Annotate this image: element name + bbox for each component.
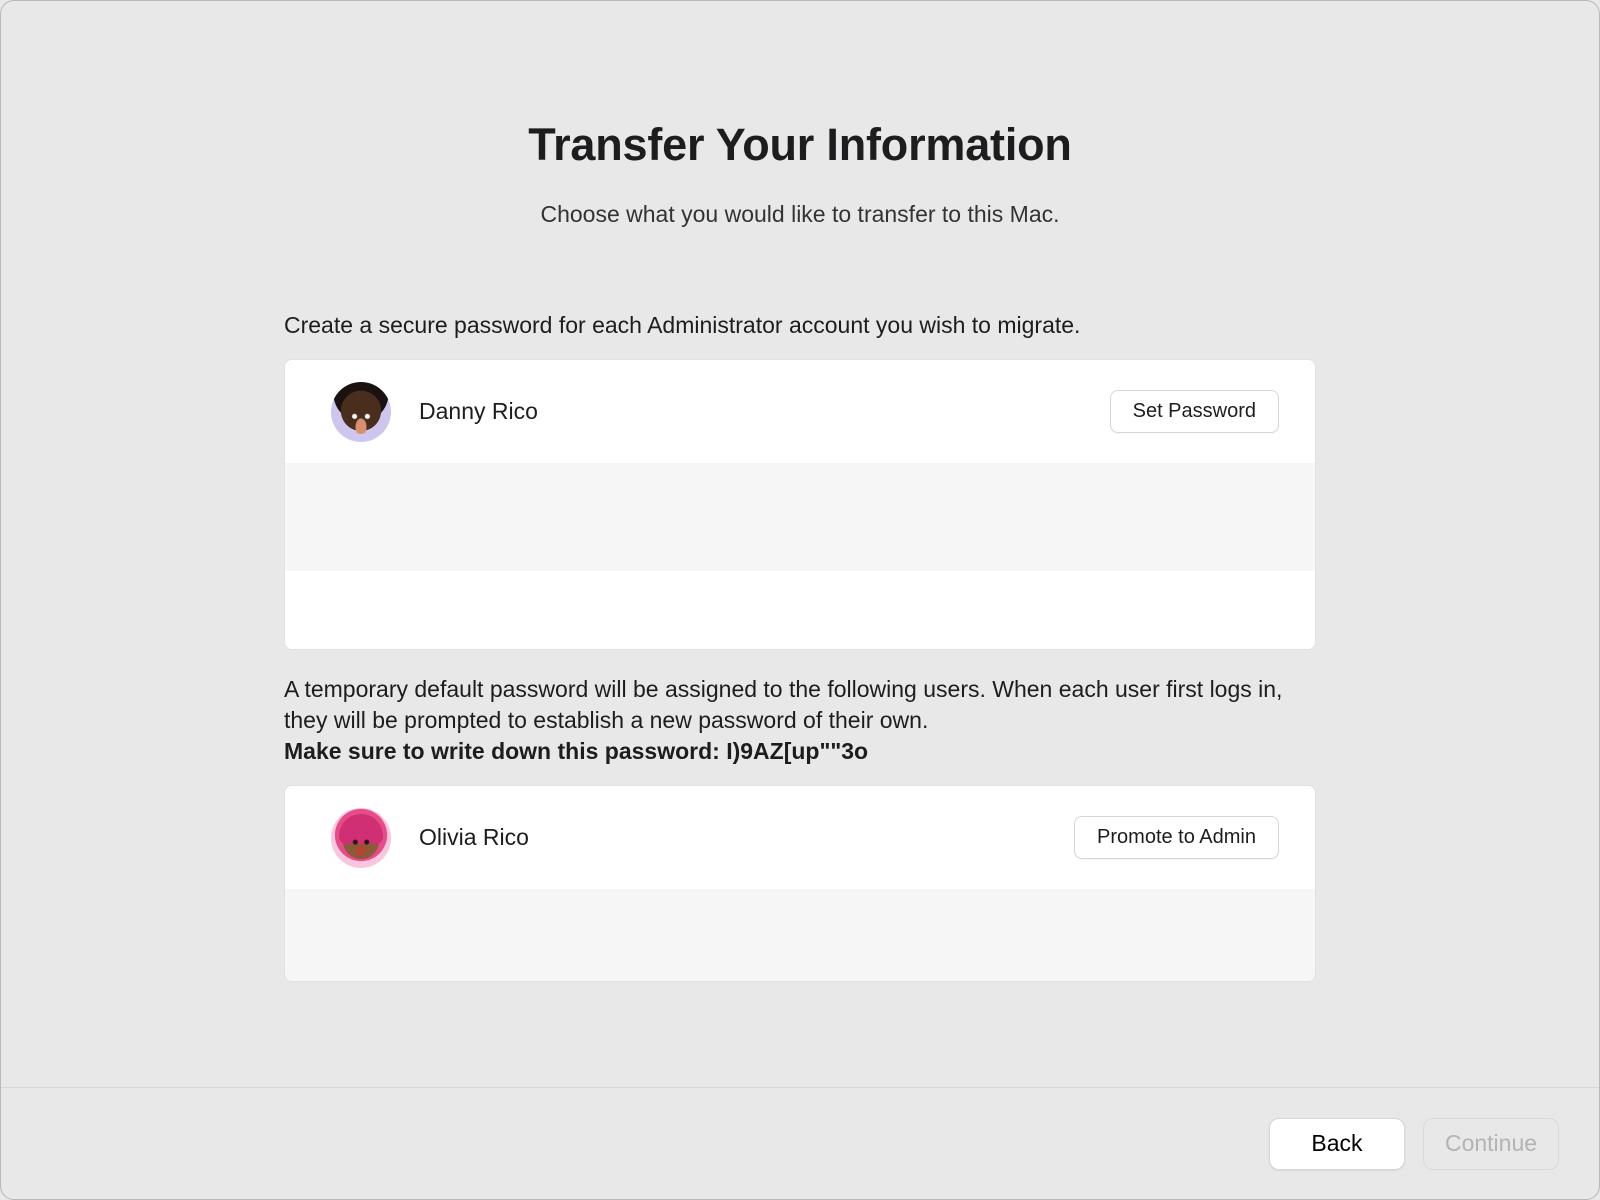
standard-user-list: Olivia Rico Promote to Admin [284,785,1316,982]
empty-row [285,463,1315,571]
avatar-danny [331,382,391,442]
content-area: Transfer Your Information Choose what yo… [1,1,1599,1087]
body-wrap: Create a secure password for each Admini… [284,310,1316,982]
user-row-danny: Danny Rico Set Password [285,360,1315,463]
empty-row [285,889,1315,981]
standard-instruction: A temporary default password will be ass… [284,674,1316,767]
set-password-button[interactable]: Set Password [1110,390,1279,433]
standard-instruction-text: A temporary default password will be ass… [284,676,1282,733]
admin-user-list: Danny Rico Set Password [284,359,1316,650]
footer-bar: Back Continue [1,1087,1599,1199]
user-name-label: Danny Rico [419,398,1110,425]
empty-row [285,571,1315,649]
migration-assistant-window: Transfer Your Information Choose what yo… [0,0,1600,1200]
page-subtitle: Choose what you would like to transfer t… [540,201,1059,228]
temporary-password-notice: Make sure to write down this password: I… [284,738,868,764]
promote-to-admin-button[interactable]: Promote to Admin [1074,816,1279,859]
page-title: Transfer Your Information [528,119,1071,171]
back-button[interactable]: Back [1269,1118,1405,1170]
avatar-olivia [331,808,391,868]
user-name-label: Olivia Rico [419,824,1074,851]
user-row-olivia: Olivia Rico Promote to Admin [285,786,1315,889]
admin-instruction: Create a secure password for each Admini… [284,310,1316,341]
continue-button: Continue [1423,1118,1559,1170]
